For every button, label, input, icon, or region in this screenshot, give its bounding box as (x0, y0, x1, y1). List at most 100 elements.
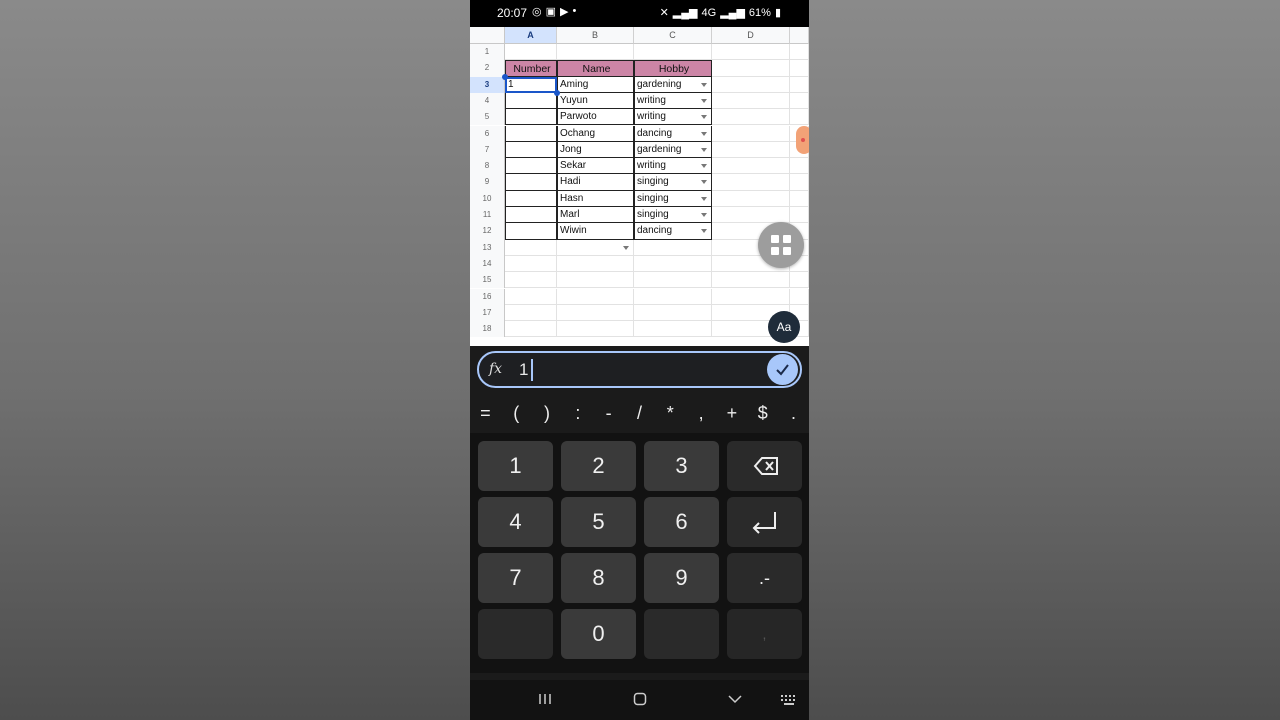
confirm-button[interactable] (767, 354, 798, 385)
cell[interactable] (634, 255, 712, 273)
table-cell[interactable] (505, 109, 557, 126)
home-icon[interactable] (633, 692, 647, 706)
symbol-key[interactable]: + (718, 403, 746, 424)
dropdown-arrow-icon[interactable] (701, 115, 707, 120)
format-button[interactable]: Aa (768, 311, 800, 343)
dropdown-arrow-icon[interactable] (701, 229, 707, 234)
key-8[interactable]: 8 (561, 553, 636, 603)
cell[interactable] (712, 207, 790, 224)
formula-input[interactable]: 1 (519, 360, 528, 380)
cell[interactable] (790, 190, 809, 207)
hobby-dropdown-cell[interactable]: writing (634, 92, 712, 110)
key-1[interactable]: 1 (478, 441, 553, 491)
column-header-e[interactable] (790, 27, 809, 44)
cell[interactable] (712, 76, 790, 93)
row-header-3[interactable]: 3 (470, 76, 505, 93)
hobby-dropdown-cell[interactable]: singing (634, 174, 712, 191)
row-header-4[interactable]: 4 (470, 92, 505, 110)
cell[interactable] (634, 272, 712, 289)
hide-keyboard-icon[interactable] (728, 694, 742, 704)
dropdown-arrow-icon[interactable] (701, 147, 707, 152)
cell[interactable] (505, 304, 557, 322)
cell[interactable] (505, 288, 557, 305)
row-header-14[interactable]: 14 (470, 255, 505, 273)
table-cell[interactable]: Aming (557, 76, 634, 93)
cell[interactable] (712, 158, 790, 175)
cell[interactable] (557, 44, 634, 61)
cell[interactable] (712, 125, 790, 142)
dropdown-arrow-icon[interactable] (701, 196, 707, 201)
cell[interactable] (505, 255, 557, 273)
cell[interactable] (505, 321, 557, 338)
symbol-key[interactable]: * (656, 403, 684, 424)
cell[interactable] (790, 207, 809, 224)
cell[interactable] (557, 304, 634, 322)
cell[interactable] (634, 239, 712, 256)
hobby-dropdown-cell[interactable]: gardening (634, 141, 712, 159)
formula-bar[interactable]: fx 1 (477, 351, 802, 388)
cell[interactable] (790, 76, 809, 93)
hobby-dropdown-cell[interactable]: dancing (634, 125, 712, 142)
table-cell[interactable]: Hasn (557, 190, 634, 207)
key-3[interactable]: 3 (644, 441, 719, 491)
table-cell[interactable]: Wiwin (557, 223, 634, 240)
row-header-7[interactable]: 7 (470, 141, 505, 159)
symbol-key[interactable]: ) (533, 403, 561, 424)
edge-panel-handle[interactable] (796, 126, 809, 154)
table-cell[interactable]: Ochang (557, 125, 634, 142)
row-header-5[interactable]: 5 (470, 109, 505, 126)
row-header-10[interactable]: 10 (470, 190, 505, 207)
cell[interactable] (557, 272, 634, 289)
row-header-9[interactable]: 9 (470, 174, 505, 191)
row-header-13[interactable]: 13 (470, 239, 505, 256)
symbol-key[interactable]: - (595, 403, 623, 424)
cell[interactable] (712, 174, 790, 191)
symbol-key[interactable]: ( (502, 403, 530, 424)
cell[interactable] (712, 109, 790, 126)
row-header-17[interactable]: 17 (470, 304, 505, 322)
table-cell[interactable]: Marl (557, 207, 634, 224)
table-header-cell[interactable]: Hobby (634, 60, 712, 77)
key-5[interactable]: 5 (561, 497, 636, 547)
row-header-8[interactable]: 8 (470, 158, 505, 175)
dropdown-arrow-icon[interactable] (623, 245, 629, 250)
recent-apps-icon[interactable] (538, 692, 552, 706)
symbol-key[interactable]: : (564, 403, 592, 424)
hobby-dropdown-cell[interactable]: singing (634, 207, 712, 224)
dropdown-arrow-icon[interactable] (701, 82, 707, 87)
selection-handle-bottom[interactable] (554, 89, 560, 96)
cell[interactable] (634, 304, 712, 322)
cell[interactable] (712, 92, 790, 110)
cell[interactable] (505, 272, 557, 289)
table-cell[interactable] (505, 141, 557, 159)
column-header-b[interactable]: B (557, 27, 634, 44)
cell[interactable] (790, 158, 809, 175)
row-header-18[interactable]: 18 (470, 321, 505, 338)
row-header-11[interactable]: 11 (470, 207, 505, 224)
cell[interactable] (712, 44, 790, 61)
cell[interactable] (634, 321, 712, 338)
row-header-16[interactable]: 16 (470, 288, 505, 305)
hobby-dropdown-cell[interactable]: writing (634, 109, 712, 126)
dropdown-arrow-icon[interactable] (701, 164, 707, 169)
table-cell[interactable] (505, 207, 557, 224)
cell[interactable] (634, 288, 712, 305)
cell[interactable] (557, 288, 634, 305)
cell[interactable] (712, 60, 790, 77)
cell[interactable] (712, 288, 790, 305)
symbol-key[interactable]: = (471, 403, 499, 424)
table-cell[interactable]: 1 (505, 76, 557, 93)
decimal-minus-key[interactable]: .- (727, 553, 802, 603)
table-cell[interactable] (505, 125, 557, 142)
dropdown-arrow-icon[interactable] (701, 213, 707, 217)
cell[interactable] (790, 272, 809, 289)
key-9[interactable]: 9 (644, 553, 719, 603)
table-cell[interactable] (505, 190, 557, 207)
row-header-12[interactable]: 12 (470, 223, 505, 240)
table-cell[interactable] (505, 92, 557, 110)
cell[interactable] (634, 44, 712, 61)
cell[interactable] (712, 190, 790, 207)
cell[interactable] (712, 141, 790, 159)
explore-button[interactable] (758, 222, 804, 268)
table-cell[interactable] (505, 174, 557, 191)
